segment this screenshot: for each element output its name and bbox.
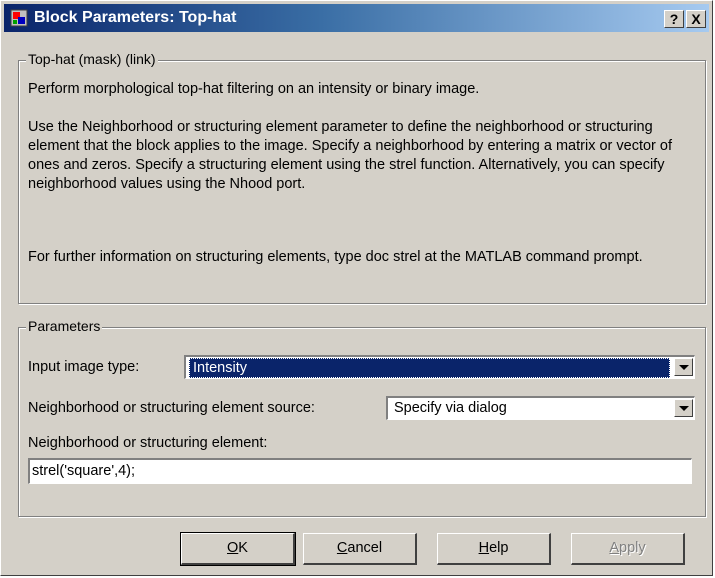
help-label: elp <box>489 540 509 556</box>
help-button[interactable]: Help <box>437 533 551 565</box>
nhood-source-select[interactable]: Specify via dialog <box>386 396 695 420</box>
nhood-label: Neighborhood or structuring element: <box>28 435 268 451</box>
nhood-input-value: strel('square',4); <box>32 463 136 479</box>
ok-label: K <box>238 540 248 556</box>
parameters-group-legend: Parameters <box>26 318 103 334</box>
input-image-type-value: Intensity <box>189 358 670 378</box>
nhood-source-label: Neighborhood or structuring element sour… <box>28 400 315 416</box>
input-image-type-select[interactable]: Intensity <box>184 355 695 379</box>
cancel-mnemonic: C <box>336 540 348 556</box>
help-title-button[interactable]: ? <box>664 10 684 28</box>
cancel-button[interactable]: Cancel <box>303 533 417 565</box>
nhood-source-value: Specify via dialog <box>394 400 507 416</box>
chevron-down-icon[interactable] <box>674 399 693 417</box>
ok-mnemonic: O <box>227 540 239 556</box>
description-paragraph-3: For further information on structuring e… <box>28 249 643 265</box>
apply-label: pply <box>619 540 646 556</box>
apply-mnemonic: A <box>609 540 620 556</box>
window-title: Block Parameters: Top-hat <box>34 9 237 26</box>
help-mnemonic: H <box>478 540 490 556</box>
ok-button[interactable]: OK <box>180 532 296 566</box>
block-parameters-dialog: Block Parameters: Top-hat ? X Top-hat (m… <box>0 0 713 576</box>
cancel-label: ancel <box>347 540 383 556</box>
input-image-type-label: Input image type: <box>28 359 140 375</box>
chevron-down-icon[interactable] <box>674 358 693 376</box>
description-paragraph-1: Perform morphological top-hat filtering … <box>28 81 480 97</box>
simulink-block-icon <box>10 9 28 27</box>
mask-group-legend: Top-hat (mask) (link) <box>26 51 158 67</box>
title-bar[interactable]: Block Parameters: Top-hat ? X <box>4 4 709 32</box>
nhood-input[interactable]: strel('square',4); <box>28 458 692 484</box>
description-paragraph-2: Use the Neighborhood or structuring elem… <box>28 119 673 192</box>
apply-button[interactable]: Apply <box>571 533 685 565</box>
close-title-button[interactable]: X <box>686 10 706 28</box>
